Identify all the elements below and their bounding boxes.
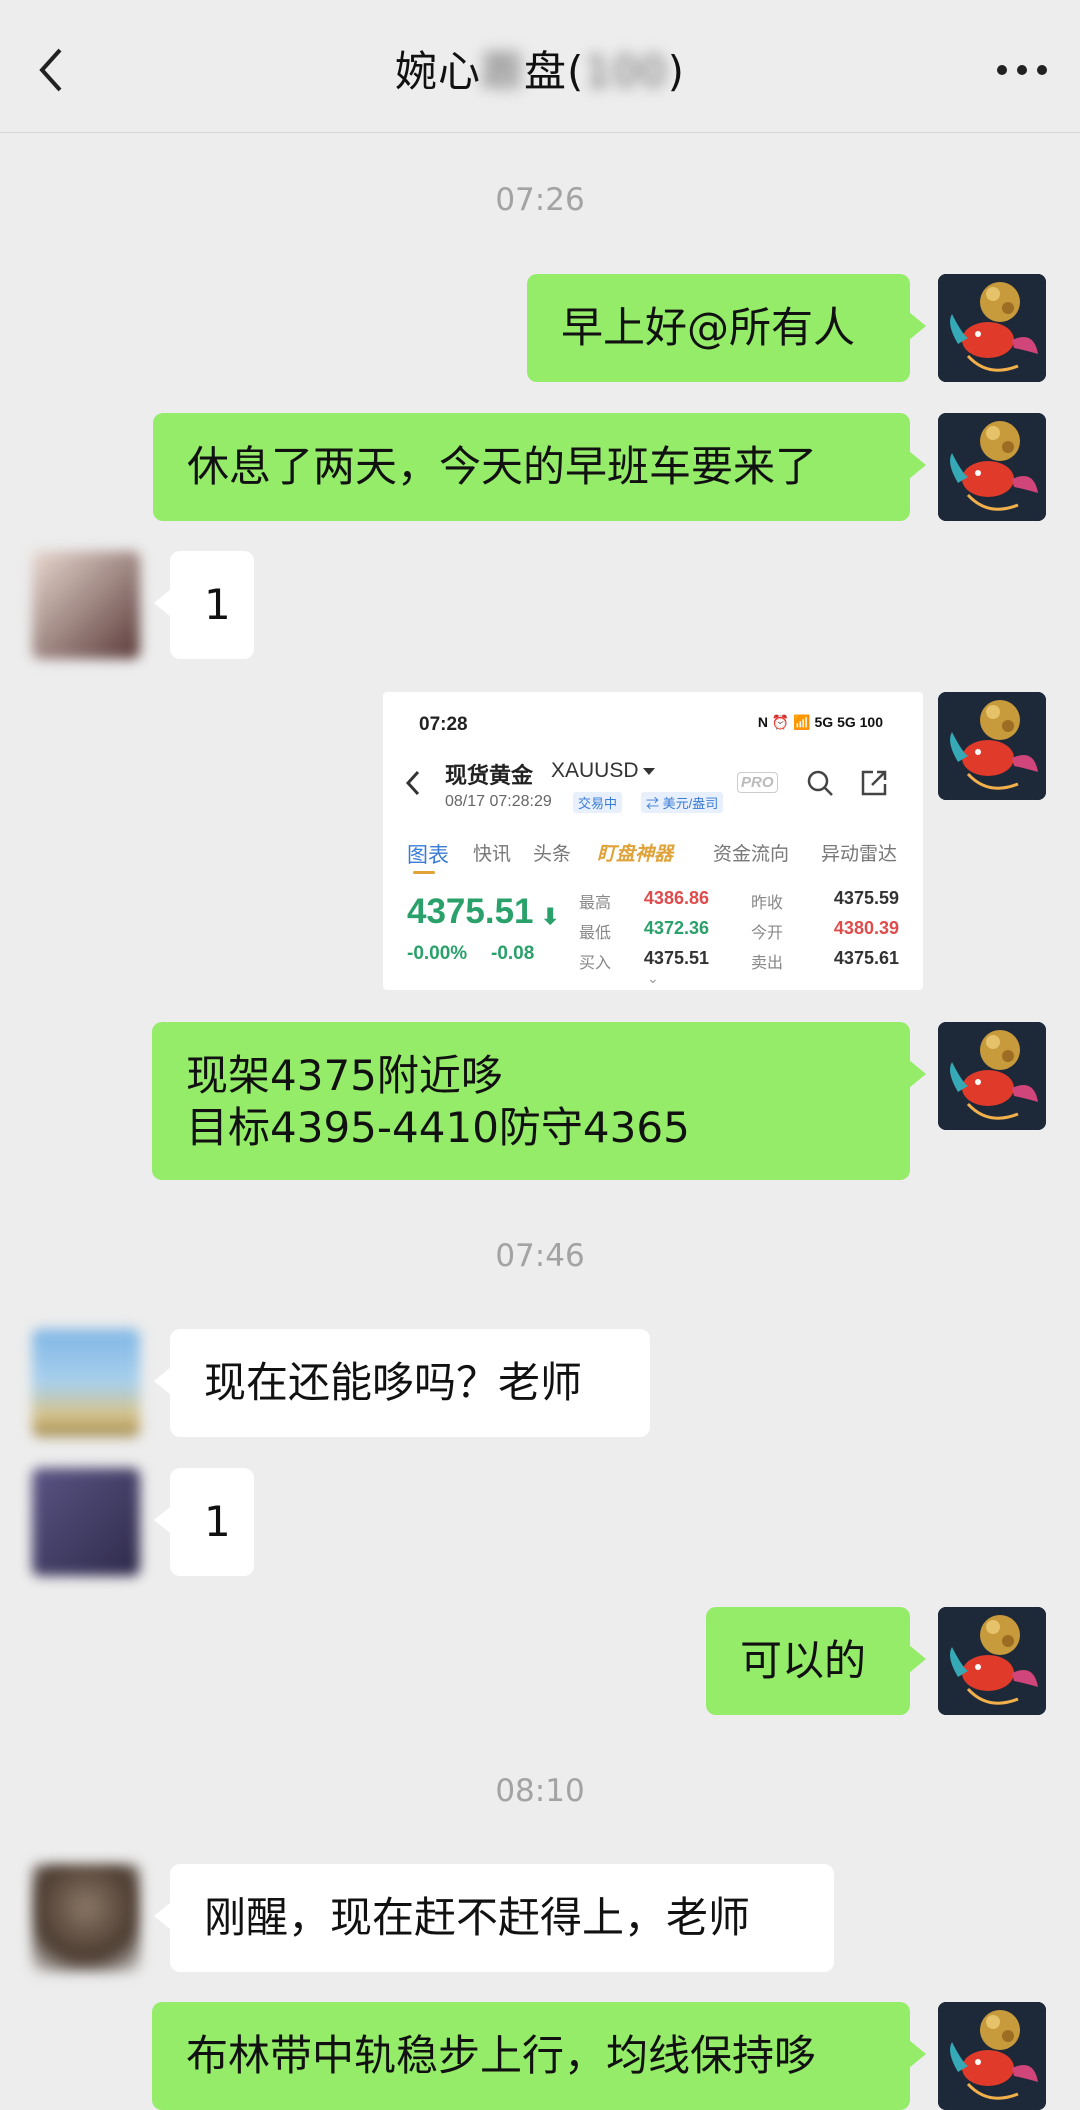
screenshot-label: 昨收: [751, 895, 784, 912]
screenshot-high: 4386.86: [643, 888, 709, 908]
screenshot-status-time: 07:28: [419, 714, 468, 735]
screenshot-back-icon: [403, 768, 423, 798]
message-bubble-out[interactable]: 早上好@所有人: [527, 274, 926, 382]
screenshot-pro-badge: PRO: [737, 772, 778, 793]
message-bubble-out[interactable]: 布林带中轨稳步上行，均线保持哆: [152, 2002, 926, 2110]
screenshot-price: 4375.51: [407, 892, 534, 931]
screenshot-trading-tag: 交易中: [573, 792, 623, 813]
screenshot-label: 卖出: [751, 955, 784, 972]
chat-header: 婉心跟盘(100): [0, 0, 1080, 133]
screenshot-low: 4372.36: [643, 918, 709, 938]
chat-title: 婉心跟盘(100): [395, 47, 685, 96]
screenshot-label: 最高: [579, 895, 612, 912]
shared-screenshot-image[interactable]: 07:28 N ⏰ 📶 5G 5G 100 现货黄金 XAUUSD 08/17 …: [383, 692, 923, 990]
message-bubble-out[interactable]: 可以的: [706, 1607, 926, 1715]
screenshot-tab: 头条: [533, 844, 572, 865]
timestamp: 07:46: [495, 1238, 585, 1274]
screenshot-tab-underline: [413, 871, 435, 874]
message-bubble-out[interactable]: 现架4375附近哆 目标4395-4410防守4365: [152, 1022, 926, 1180]
screenshot-tab: 异动雷达: [821, 844, 898, 865]
my-avatar[interactable]: [938, 413, 1046, 521]
screenshot-expand-chevron-icon: ⌄: [647, 970, 659, 986]
timestamp: 07:26: [495, 182, 585, 218]
message-line: 现架4375附近哆: [186, 1051, 503, 1100]
screenshot-label: 买入: [579, 955, 612, 972]
screenshot-ask: 4375.61: [833, 948, 899, 968]
timestamp: 08:10: [495, 1773, 585, 1809]
message-bubble-out[interactable]: 休息了两天，今天的早班车要来了: [153, 413, 926, 521]
message-bubble-in[interactable]: 刚醒，现在赶不赶得上，老师: [154, 1864, 834, 1972]
member-avatar[interactable]: [32, 551, 140, 659]
message-bubble-in[interactable]: 1: [154, 1468, 254, 1576]
message-bubble-in[interactable]: 1: [154, 551, 254, 659]
screenshot-unit-tag: ⇄ 美元/盎司: [641, 792, 724, 813]
member-avatar[interactable]: [32, 1864, 140, 1972]
my-avatar[interactable]: [938, 692, 1046, 800]
my-avatar[interactable]: [938, 2002, 1046, 2110]
my-avatar[interactable]: [938, 1607, 1046, 1715]
screenshot-search-icon: [805, 768, 835, 798]
screenshot-change-abs: -0.08: [491, 943, 535, 964]
screenshot-label: 今开: [751, 925, 784, 942]
screenshot-change-pct: -0.00%: [407, 943, 468, 964]
more-options-icon[interactable]: [992, 44, 1052, 94]
member-avatar[interactable]: [32, 1329, 140, 1437]
screenshot-datetime: 08/17 07:28:29: [445, 793, 552, 810]
screenshot-tab: 盯盘神器: [597, 844, 674, 865]
screenshot-instrument-name: 现货黄金: [445, 763, 534, 788]
member-avatar[interactable]: [32, 1468, 140, 1576]
screenshot-label: 最低: [579, 925, 612, 942]
my-avatar[interactable]: [938, 274, 1046, 382]
screenshot-tab: 资金流向: [713, 844, 790, 865]
screenshot-down-arrow-icon: ⬇: [541, 904, 560, 929]
screenshot-open: 4380.39: [833, 918, 899, 938]
message-line: 目标4395-4410防守4365: [186, 1103, 690, 1152]
screenshot-tabs: 图表 快讯 头条 盯盘神器 资金流向 异动雷达: [407, 839, 913, 879]
screenshot-prev-close: 4375.59: [833, 888, 899, 908]
screenshot-instrument-code: XAUUSD: [551, 759, 655, 783]
screenshot-tab: 快讯: [473, 844, 512, 865]
screenshot-status-icons: N ⏰ 📶 5G 5G 100: [757, 714, 883, 730]
message-bubble-in[interactable]: 现在还能哆吗？老师: [154, 1329, 650, 1437]
screenshot-share-icon: [859, 768, 889, 798]
screenshot-tab: 图表: [407, 844, 449, 867]
screenshot-bid: 4375.51: [643, 948, 709, 968]
my-avatar[interactable]: [938, 1022, 1046, 1130]
